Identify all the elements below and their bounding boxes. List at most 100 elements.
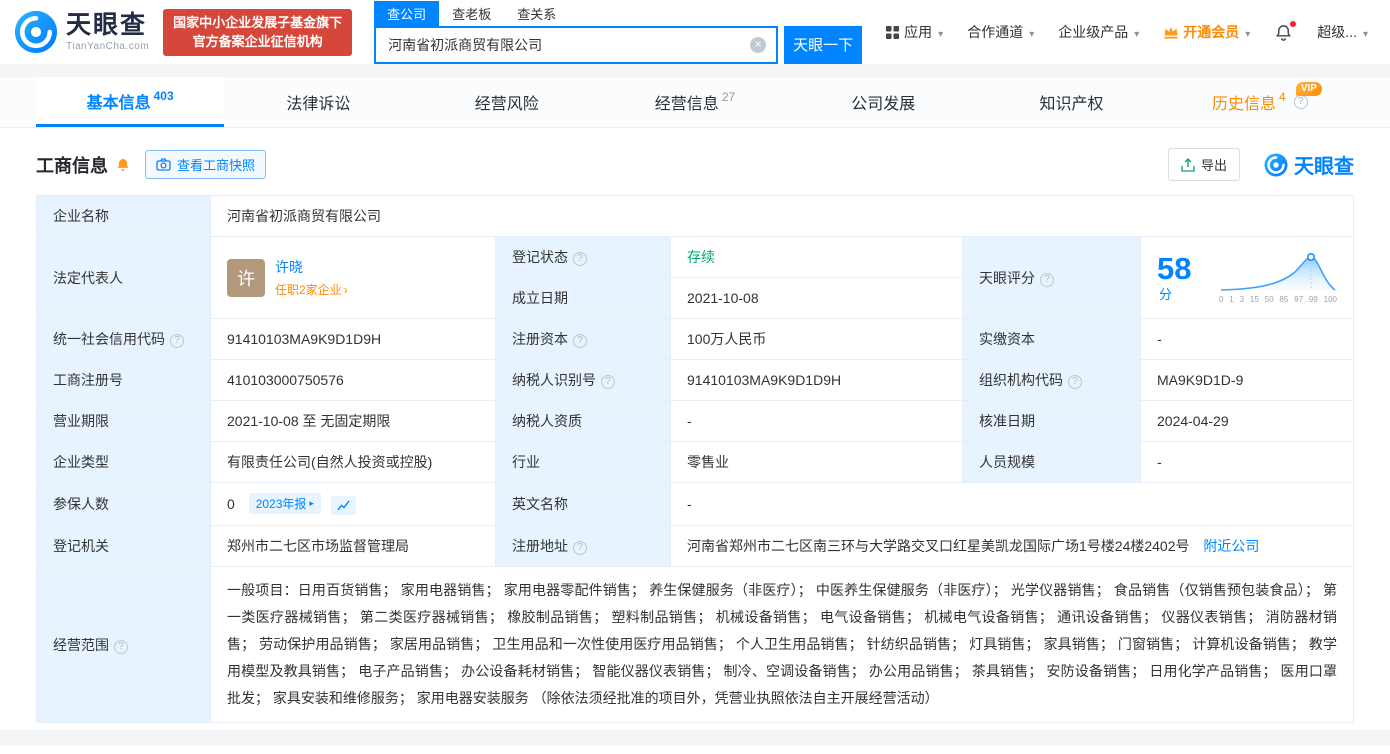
- label-taxpayer-quality: 纳税人资质: [495, 400, 671, 442]
- chevron-down-icon: [1243, 24, 1250, 40]
- label-company-type: 企业类型: [36, 441, 211, 483]
- tab-label: 法律诉讼: [286, 96, 351, 113]
- gov-certification-badge: 国家中小企业发展子基金旗下 官方备案企业征信机构: [163, 8, 353, 56]
- label-staff-size: 人员规模: [962, 441, 1141, 483]
- table-row: 法定代表人 许 许晓 任职2家企业› 登记状态 存续 天眼评分: [36, 236, 1354, 319]
- help-icon[interactable]: [1293, 95, 1308, 109]
- tab-label: 公司发展: [851, 96, 916, 113]
- label-english-name: 英文名称: [495, 482, 671, 526]
- notification-dot: [1290, 20, 1297, 27]
- search-button[interactable]: 天眼一下: [784, 25, 863, 64]
- tab-company-development[interactable]: 公司发展: [789, 77, 977, 127]
- tianyan-score[interactable]: 58分 0 1 3 15 50 85 97 99 100: [1157, 252, 1337, 304]
- label-business-scope: 经营范围: [36, 566, 211, 723]
- help-icon[interactable]: [573, 252, 587, 266]
- help-icon[interactable]: [573, 334, 587, 348]
- tianyancha-logo[interactable]: 天眼查 TianYanCha.com: [14, 10, 149, 54]
- tab-history-info[interactable]: 历史信息 4 VIP: [1166, 77, 1354, 127]
- tab-label: 知识产权: [1039, 96, 1104, 113]
- help-icon[interactable]: [573, 541, 587, 555]
- label-reg-authority: 登记机关: [36, 525, 211, 567]
- company-tabbar: 基本信息 403 法律诉讼 经营风险 经营信息 27 公司发展 知识产权 历史信…: [0, 77, 1390, 128]
- tab-count: 403: [153, 88, 174, 103]
- export-button[interactable]: 导出: [1167, 148, 1240, 181]
- legal-rep-link[interactable]: 许晓: [275, 257, 348, 277]
- tab-operating-info[interactable]: 经营信息 27: [601, 77, 789, 127]
- legal-rep-companies-link[interactable]: 任职2家企业 ›: [275, 281, 348, 298]
- table-row: 营业期限 2021-10-08 至 无固定期限 纳税人资质 - 核准日期 202…: [36, 400, 1354, 442]
- value-reg-capital: 100万人民币: [670, 318, 963, 360]
- label-reg-capital: 注册资本: [495, 318, 671, 360]
- label-tianyan-score: 天眼评分: [962, 236, 1141, 319]
- nav-open-vip[interactable]: 开通会员: [1163, 22, 1250, 42]
- chevron-down-icon: [1361, 24, 1368, 40]
- view-snapshot-button[interactable]: 查看工商快照: [145, 150, 267, 179]
- annual-report-link[interactable]: 2023年报 ▸: [248, 493, 321, 514]
- nav-apps-label: 应用: [904, 24, 933, 40]
- search-input[interactable]: [386, 35, 751, 54]
- export-icon: [1181, 157, 1195, 172]
- insured-number: 0: [227, 496, 235, 512]
- tianyancha-watermark: 天眼查: [1264, 150, 1354, 179]
- tab-label: 基本信息: [86, 94, 151, 112]
- value-industry: 零售业: [670, 441, 963, 483]
- notification-bell[interactable]: [1274, 20, 1297, 42]
- help-icon[interactable]: [114, 639, 128, 654]
- tab-intellectual-property[interactable]: 知识产权: [977, 77, 1165, 127]
- nav-cooperation[interactable]: 合作通道: [967, 22, 1034, 42]
- score-unit: 分: [1159, 286, 1173, 302]
- label-approval-date: 核准日期: [962, 400, 1141, 442]
- nav-cooperation-label: 合作通道: [967, 24, 1024, 40]
- help-icon[interactable]: [601, 375, 615, 389]
- help-icon[interactable]: [1068, 375, 1082, 389]
- help-icon[interactable]: [1040, 272, 1054, 287]
- value-reg-address: 河南省郑州市二七区南三环与大学路交叉口红星美凯龙国际广场1号楼24楼2402号 …: [670, 525, 1354, 567]
- value-staff-size: -: [1140, 441, 1354, 483]
- table-row: 登记机关 郑州市二七区市场监督管理局 注册地址 河南省郑州市二七区南三环与大学路…: [36, 525, 1354, 567]
- score-distribution-chart: 0 1 3 15 50 85 97 99 100: [1219, 252, 1337, 304]
- label-paid-capital: 实缴资本: [962, 318, 1141, 360]
- search-tab-relation[interactable]: 查关系: [504, 1, 569, 26]
- nav-super-vip[interactable]: 超级...: [1317, 22, 1368, 42]
- vip-badge: VIP: [1295, 82, 1322, 96]
- nav-enterprise-label: 企业级产品: [1058, 24, 1129, 40]
- table-row: 企业名称 河南省初派商贸有限公司: [36, 195, 1354, 237]
- section-title: 工商信息: [36, 155, 108, 176]
- nav-enterprise-products[interactable]: 企业级产品: [1058, 22, 1139, 42]
- subscribe-bell-icon[interactable]: [115, 157, 131, 173]
- value-reg-status: 存续: [670, 236, 963, 278]
- tab-basic-info[interactable]: 基本信息 403: [36, 77, 225, 127]
- crown-icon: [1164, 26, 1178, 39]
- table-row: 统一社会信用代码 91410103MA9K9D1D9H 注册资本 100万人民币…: [36, 318, 1354, 360]
- tab-count: 27: [721, 90, 736, 104]
- nav-apps[interactable]: 应用: [885, 22, 943, 42]
- value-approval-date: 2024-04-29: [1140, 400, 1354, 442]
- tianyancha-brand-icon: [1264, 153, 1288, 176]
- tab-count: 4: [1278, 90, 1286, 104]
- clear-search-icon[interactable]: ×: [750, 36, 767, 53]
- help-icon[interactable]: [170, 334, 184, 348]
- value-business-term: 2021-10-08 至 无固定期限: [210, 400, 496, 442]
- search-tab-boss[interactable]: 查老板: [439, 1, 504, 26]
- label-taxpayer-id: 纳税人识别号: [495, 359, 671, 401]
- header-divider: [0, 64, 1390, 77]
- value-reg-authority: 郑州市二七区市场监督管理局: [210, 525, 496, 567]
- table-row: 工商注册号 410103000750576 纳税人识别号 91410103MA9…: [36, 359, 1354, 401]
- search-area: 查公司 查老板 查关系 × 天眼一下: [374, 0, 863, 64]
- value-tianyan-score: 58分 0 1 3 15 50 85 97 99 100: [1140, 236, 1354, 319]
- value-legal-rep: 许 许晓 任职2家企业 ›: [210, 236, 496, 319]
- legal-rep-avatar[interactable]: 许: [227, 258, 265, 297]
- table-row: 参保人数 0 2023年报 ▸ 英文名称 -: [36, 482, 1354, 526]
- label-reg-address: 注册地址: [495, 525, 671, 567]
- search-tab-company[interactable]: 查公司: [374, 0, 440, 26]
- score-axis: 0 1 3 15 50 85 97 99 100: [1219, 294, 1337, 304]
- camera-icon: [156, 158, 171, 171]
- tab-label: 经营风险: [474, 96, 539, 113]
- tab-legal-proceedings[interactable]: 法律诉讼: [224, 77, 412, 127]
- tab-operating-risk[interactable]: 经营风险: [413, 77, 601, 127]
- nearby-companies-link[interactable]: 附近公司: [1203, 538, 1259, 554]
- brand-text: 天眼查: [1294, 156, 1354, 178]
- section-header: 工商信息 查看工商快照 导出 天眼查: [36, 148, 1354, 181]
- trend-chart-button[interactable]: [330, 496, 356, 515]
- tab-label: 经营信息: [654, 96, 719, 113]
